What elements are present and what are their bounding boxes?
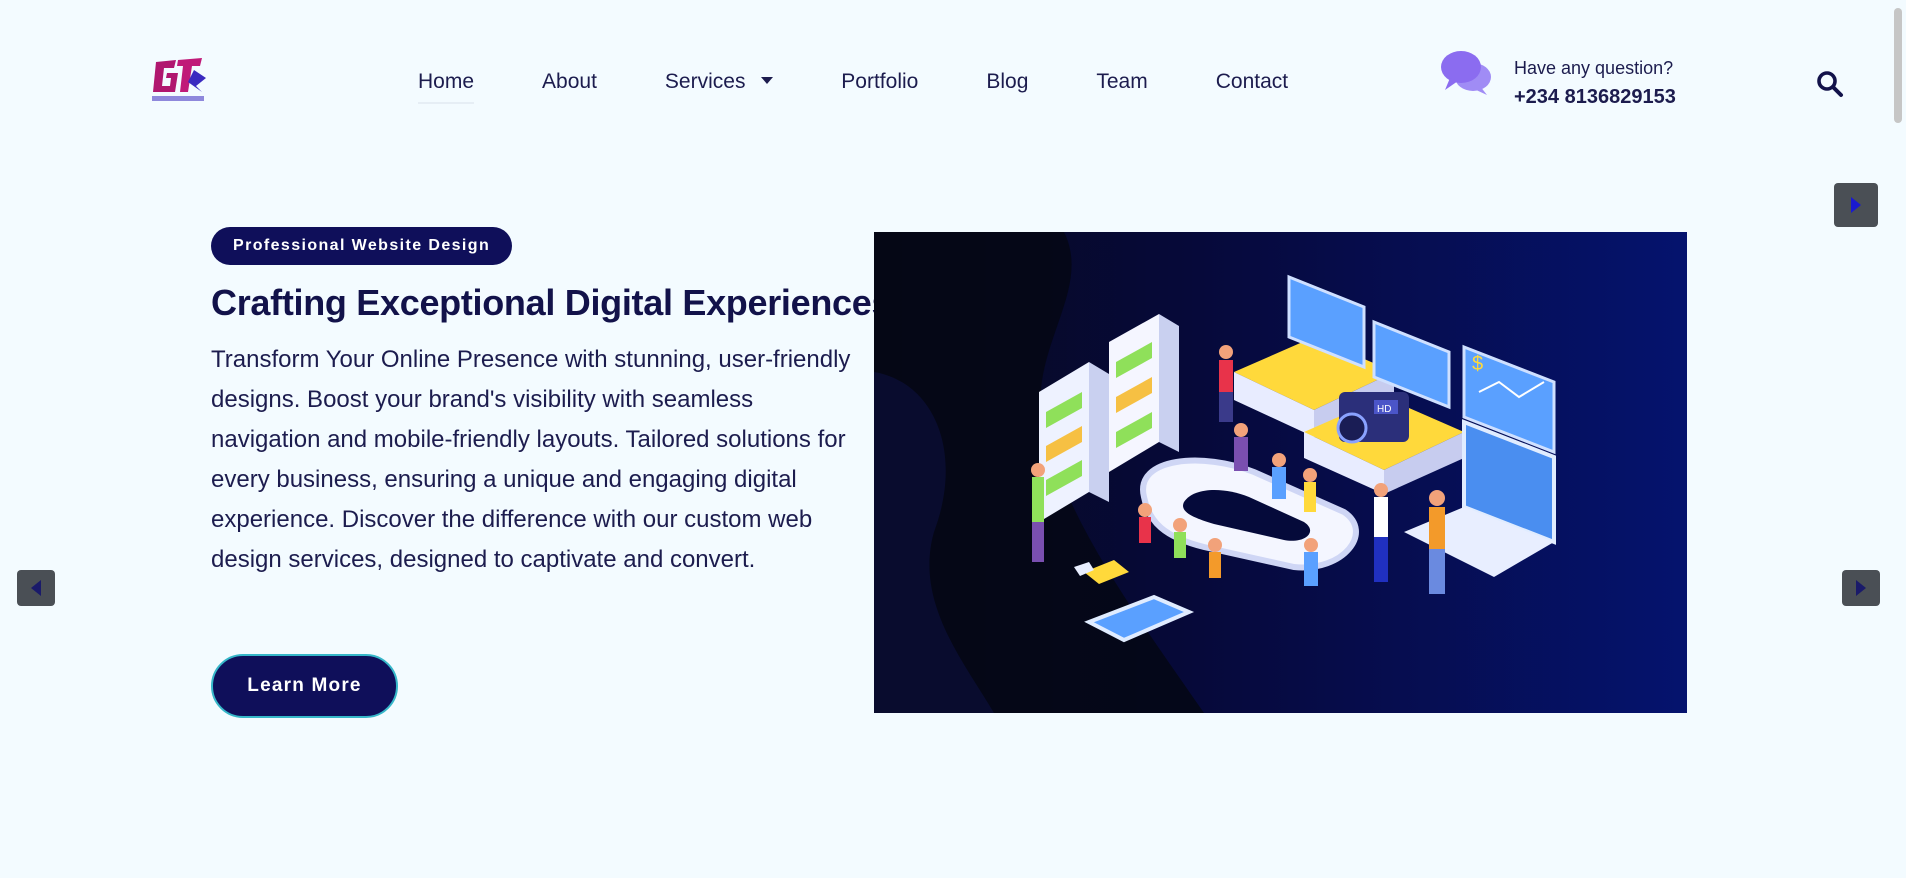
nav-contact[interactable]: Contact [1216,70,1288,94]
chevron-right-icon [1856,580,1866,596]
main-nav: Home About Services Portfolio Blog Team … [418,70,1288,104]
nav-blog-label: Blog [986,70,1029,93]
brand-logo[interactable] [150,56,208,108]
nav-team[interactable]: Team [1096,70,1147,94]
contact-question: Have any question? [1514,58,1674,78]
isometric-team-illustration: HD $ [874,232,1556,713]
nav-blog[interactable]: Blog [986,70,1028,94]
slider-next-top-button[interactable] [1834,183,1878,227]
nav-portfolio[interactable]: Portfolio [841,70,918,94]
caret-down-icon [761,76,774,84]
hero-description: Transform Your Online Presence with stun… [211,346,851,573]
nav-contact-label: Contact [1215,70,1289,93]
contact-info: Have any question? +234 8136829153 [1440,48,1700,108]
learn-more-label: Learn More [247,675,362,696]
page-scrollbar[interactable] [1890,0,1906,878]
hero-title: Crafting Exceptional Digital Experiences [211,282,892,323]
slider-next-button[interactable] [1842,570,1880,606]
nav-team-label: Team [1096,70,1148,93]
dollar-label: $ [1472,353,1483,375]
nav-home[interactable]: Home [418,70,475,104]
site-header: Home About Services Portfolio Blog Team … [0,0,1906,165]
hero-badge: Professional Website Design [211,227,513,265]
nav-about[interactable]: About [542,70,597,94]
search-icon[interactable] [1816,70,1844,98]
play-right-icon [1851,197,1861,213]
slider-prev-button[interactable] [17,570,55,606]
nav-services[interactable]: Services [664,70,774,94]
nav-home-label: Home [418,70,475,93]
scrollbar-thumb[interactable] [1894,8,1902,123]
learn-more-button[interactable]: Learn More [211,654,398,718]
nav-services-label: Services [664,70,746,93]
contact-phone[interactable]: +234 8136829153 [1514,86,1676,109]
chat-bubbles-icon [1441,51,1491,95]
hero-illustration: HD $ [874,232,1687,713]
chevron-left-icon [31,580,41,596]
hd-label: HD [1377,404,1391,415]
nav-portfolio-label: Portfolio [841,70,919,93]
nav-about-label: About [542,70,597,93]
